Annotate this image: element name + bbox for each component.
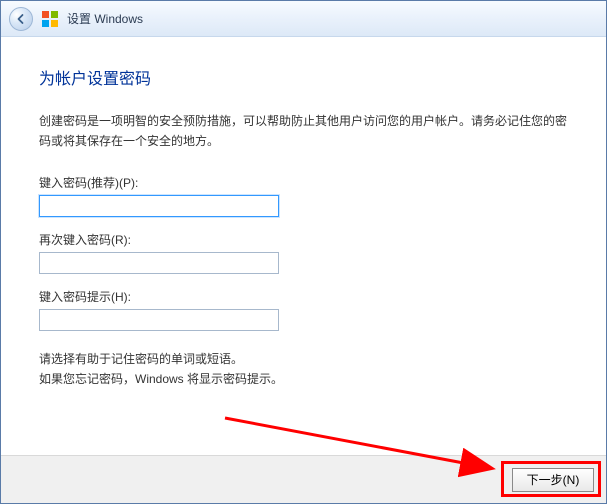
back-arrow-icon (15, 13, 27, 25)
password-field-group: 键入密码(推荐)(P): (39, 174, 568, 217)
setup-window: 设置 Windows 为帐户设置密码 创建密码是一项明智的安全预防措施，可以帮助… (0, 0, 607, 504)
password-hint-input[interactable] (39, 309, 279, 331)
titlebar: 设置 Windows (1, 1, 606, 37)
hint-help-text: 请选择有助于记住密码的单词或短语。 如果您忘记密码，Windows 将显示密码提… (39, 349, 568, 390)
page-heading: 为帐户设置密码 (39, 65, 568, 89)
password-label: 键入密码(推荐)(P): (39, 174, 568, 191)
page-description: 创建密码是一项明智的安全预防措施，可以帮助防止其他用户访问您的用户帐户。请务必记… (39, 111, 568, 152)
back-button[interactable] (9, 7, 33, 31)
footer-bar: 下一步(N) (1, 455, 606, 503)
content-area: 为帐户设置密码 创建密码是一项明智的安全预防措施，可以帮助防止其他用户访问您的用… (1, 37, 606, 455)
confirm-label: 再次键入密码(R): (39, 231, 568, 248)
windows-flag-icon (41, 10, 59, 28)
hint-line-2: 如果您忘记密码，Windows 将显示密码提示。 (39, 369, 568, 389)
hint-line-1: 请选择有助于记住密码的单词或短语。 (39, 349, 568, 369)
confirm-field-group: 再次键入密码(R): (39, 231, 568, 274)
password-input[interactable] (39, 195, 279, 217)
next-button[interactable]: 下一步(N) (512, 468, 594, 492)
window-title: 设置 Windows (67, 10, 143, 27)
confirm-password-input[interactable] (39, 252, 279, 274)
hint-label: 键入密码提示(H): (39, 288, 568, 305)
hint-field-group: 键入密码提示(H): (39, 288, 568, 331)
